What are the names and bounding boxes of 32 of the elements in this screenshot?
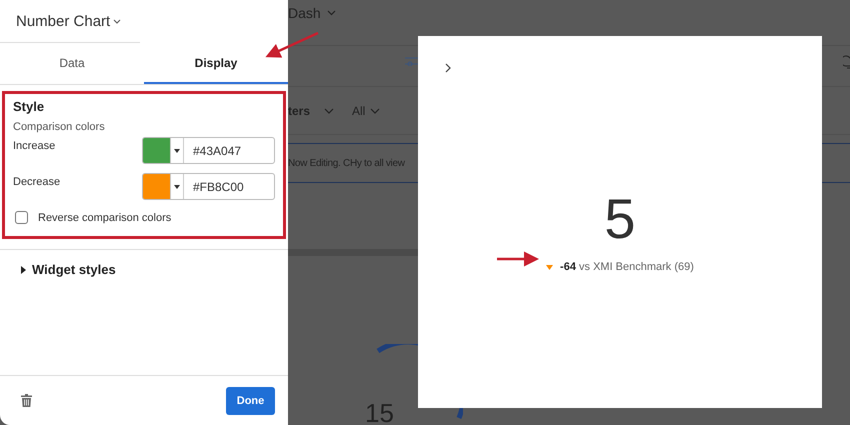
chevron-down-icon [324,108,334,114]
lightbulb-icon [843,53,850,69]
hex-field[interactable]: #43A047 [184,138,242,163]
hex-field[interactable]: #FB8C00 [184,174,244,199]
tab[interactable]: Display [144,43,288,84]
field-label: Decrease [13,175,60,190]
color-picker[interactable]: #FB8C00 [142,173,275,200]
annotation-arrow [497,252,539,266]
checkbox-label: Reverse comparison colors [38,212,172,224]
gauge-value: 15 [365,400,394,425]
dropdown-caret[interactable] [170,174,184,199]
chevron-down-icon [326,10,336,16]
checkbox[interactable] [15,211,28,224]
filter-label: ters [288,104,310,118]
trash-icon[interactable] [21,394,32,407]
chevron-right-icon [445,63,451,73]
tab[interactable]: Data [0,43,144,84]
annotation-arrow [265,32,319,58]
chevron-down-icon [370,108,380,114]
disclosure-triangle-icon[interactable] [21,266,26,274]
chart-type-dropdown[interactable]: Number Chart [16,12,122,30]
done-button[interactable]: Done [226,386,275,414]
dropdown-caret[interactable] [170,138,184,163]
comparison-text: -64 vs XMI Benchmark (69) [560,261,694,273]
color-picker[interactable]: #43A047 [142,137,275,164]
section-subheading: Comparison colors [13,121,106,133]
chevron-down-icon [113,18,122,24]
section-heading: Style [13,99,46,114]
dashboard-title: Dash [288,4,321,20]
metric-value: 5 [604,191,636,247]
field-label: Increase [13,139,56,154]
section-toggle[interactable]: Widget styles [32,262,116,277]
